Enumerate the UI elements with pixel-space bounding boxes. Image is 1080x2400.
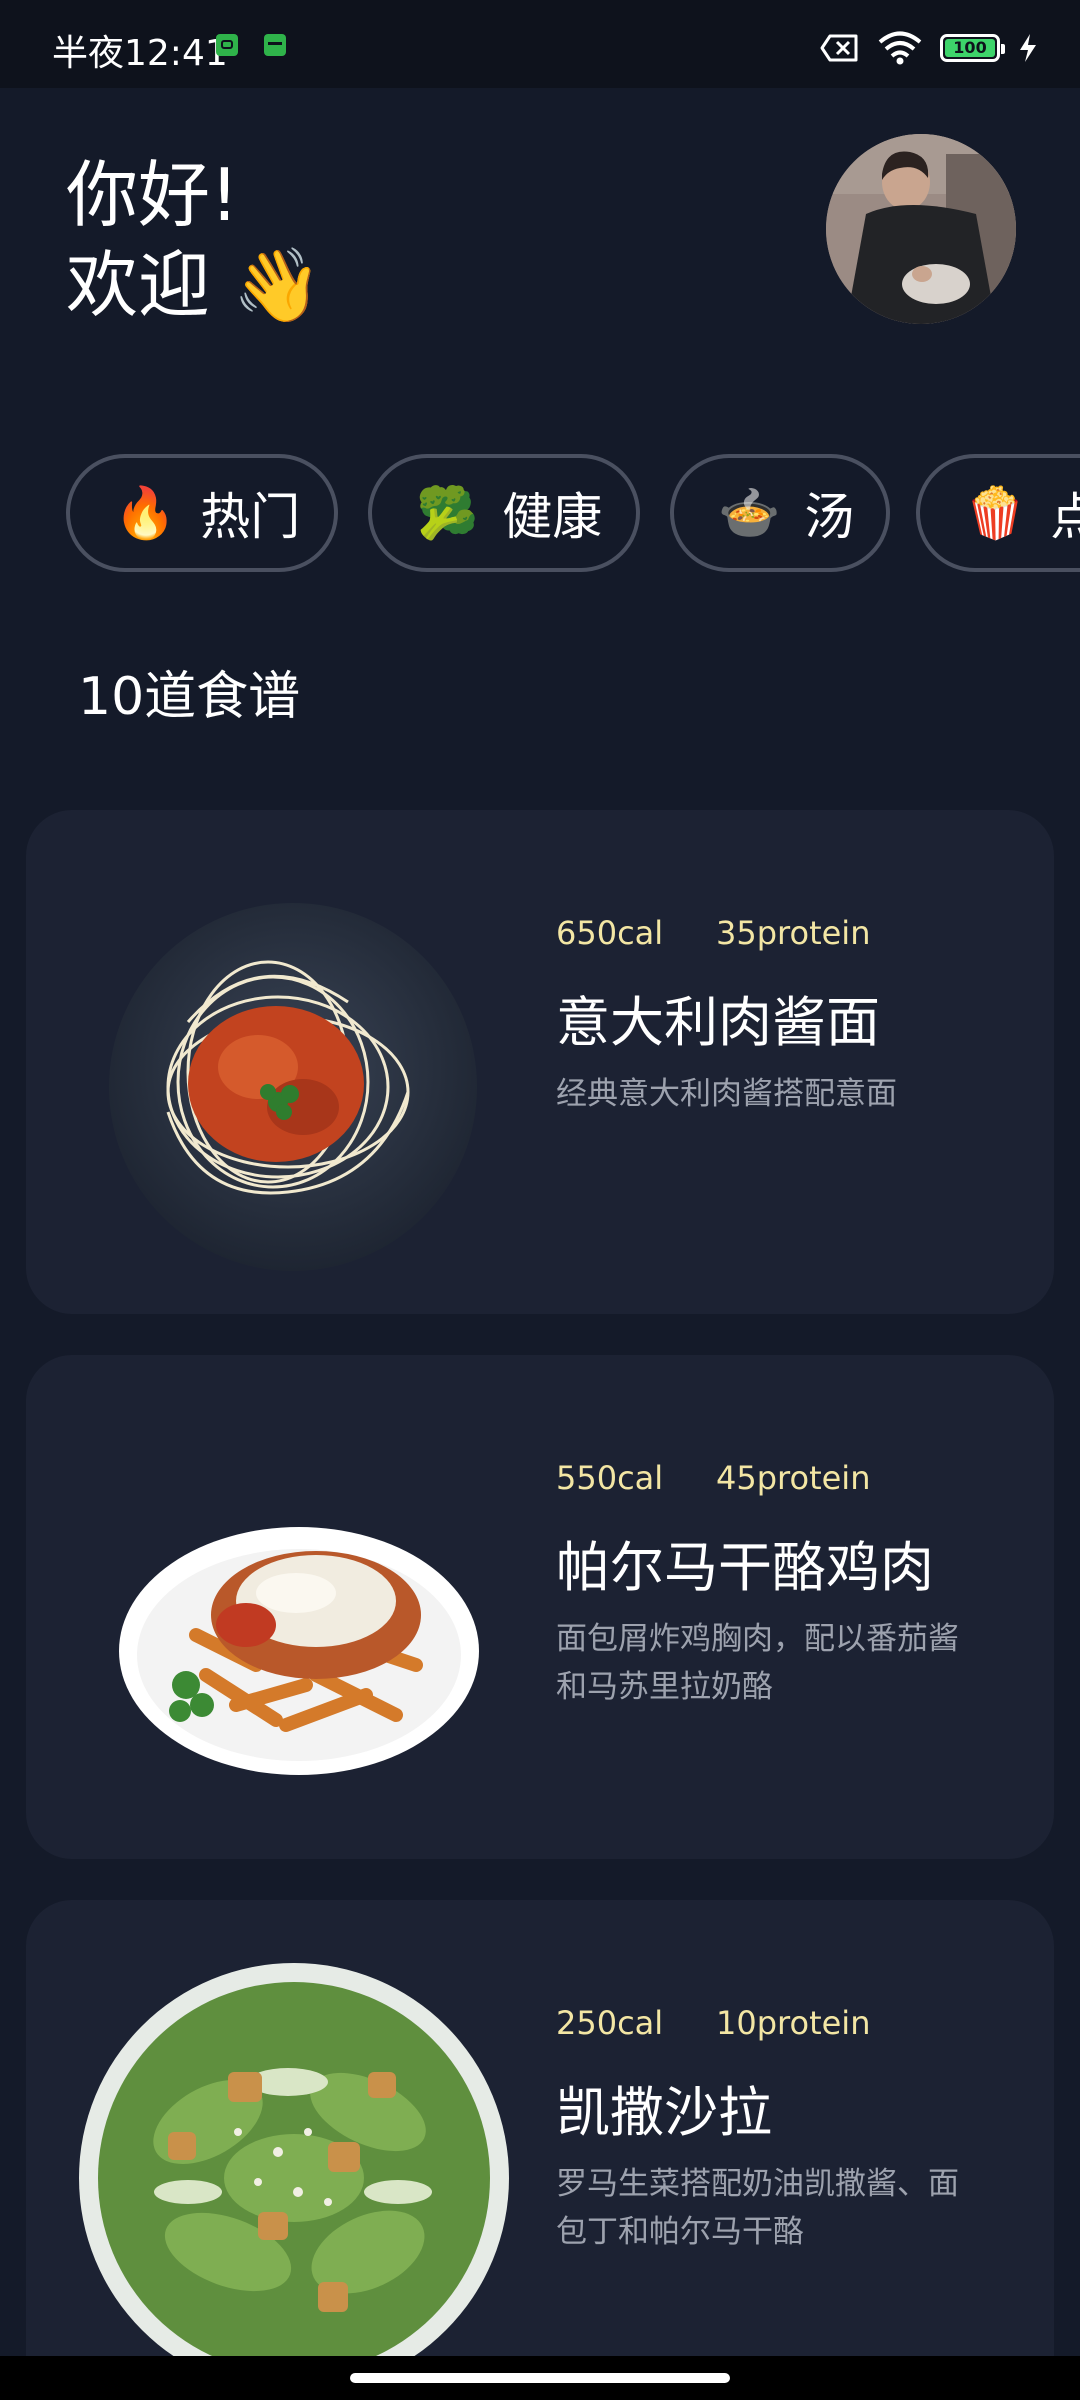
chicken-parmesan-image <box>119 1527 479 1775</box>
fire-icon: 🔥 <box>114 484 177 542</box>
recipe-protein: 10protein <box>716 2004 871 2042</box>
recipe-card[interactable]: 650cal 35protein 意大利肉酱面 经典意大利肉酱搭配意面 <box>26 810 1054 1314</box>
chip-snack[interactable]: 🍿 点 <box>916 454 1080 572</box>
charging-icon <box>1020 34 1036 62</box>
wifi-icon <box>878 31 922 65</box>
recipe-description: 经典意大利肉酱搭配意面 <box>556 1076 897 1112</box>
popcorn-icon: 🍿 <box>964 484 1027 542</box>
home-gesture-handle[interactable] <box>350 2373 730 2383</box>
recipe-protein: 35protein <box>716 914 871 952</box>
status-time: 半夜12:41 <box>52 33 228 74</box>
chip-label-hot: 热门 <box>200 488 301 546</box>
broccoli-icon: 🥦 <box>416 484 479 542</box>
chip-healthy[interactable]: 🥦 健康 <box>368 454 640 572</box>
recipe-description: 罗马生菜搭配奶油凯撒酱、面包丁和帕尔马干酪 <box>556 2166 959 2250</box>
shop-notification-icon <box>264 34 286 56</box>
app-notification-icon <box>216 34 238 56</box>
chip-label-healthy: 健康 <box>502 488 603 546</box>
greeting-welcome: 欢迎 👋 <box>66 243 323 327</box>
avatar[interactable] <box>826 134 1016 324</box>
sim-error-icon <box>820 34 858 62</box>
recipe-card[interactable]: 250cal 10protein 凯撒沙拉 罗马生菜搭配奶油凯撒酱、面包丁和帕尔… <box>26 1900 1054 2400</box>
chip-hot[interactable]: 🔥 热门 <box>66 454 338 572</box>
recipe-protein: 45protein <box>716 1459 871 1497</box>
battery-icon: 100 <box>940 34 1005 62</box>
recipe-title: 凯撒沙拉 <box>556 2081 772 2144</box>
battery-level: 100 <box>953 38 987 57</box>
status-bar: 半夜12:41 100 <box>0 0 1080 88</box>
recipe-count-title: 10道食谱 <box>78 667 301 727</box>
status-icons: 100 <box>820 30 1038 66</box>
chip-label-soup: 汤 <box>804 488 855 546</box>
recipe-card[interactable]: 550cal 45protein 帕尔马干酪鸡肉 面包屑炸鸡胸肉，配以番茄酱和马… <box>26 1355 1054 1859</box>
chip-label-snack: 点 <box>1050 488 1080 546</box>
soup-pot-icon: 🍲 <box>718 484 781 542</box>
recipe-description: 面包屑炸鸡胸肉，配以番茄酱和马苏里拉奶酪 <box>556 1621 959 1705</box>
category-chips: 🔥 热门 🥦 健康 🍲 汤 🍿 点 <box>66 454 1080 572</box>
user-avatar-photo <box>826 134 1016 324</box>
recipe-title: 帕尔马干酪鸡肉 <box>556 1536 934 1599</box>
spaghetti-bolognese-image <box>109 903 477 1271</box>
recipe-calories: 650cal <box>556 914 664 952</box>
greeting-hello: 你好! <box>66 153 239 237</box>
recipe-calories: 550cal <box>556 1459 664 1497</box>
recipe-home-screen: 半夜12:41 100 你好! 欢迎 👋 🔥 热门 🥦 健康 🍲 汤 🍿 点 1… <box>0 0 1080 2400</box>
recipe-title: 意大利肉酱面 <box>556 991 880 1054</box>
caesar-salad-image <box>79 1963 509 2393</box>
recipe-calories: 250cal <box>556 2004 664 2042</box>
chip-soup[interactable]: 🍲 汤 <box>670 454 890 572</box>
